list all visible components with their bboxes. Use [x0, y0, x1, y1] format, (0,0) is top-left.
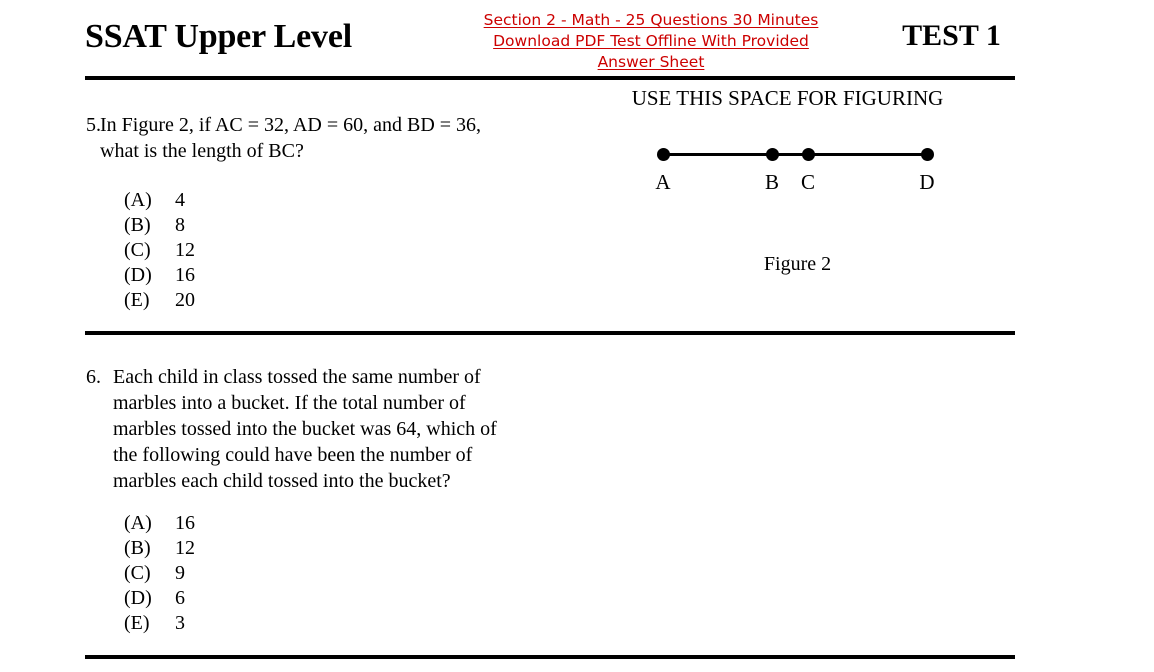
- choice-letter: (D): [124, 264, 152, 286]
- question-text: Each child in class tossed the same numb…: [113, 364, 497, 494]
- choice-value: 9: [175, 562, 185, 584]
- point-marker-c: [801, 148, 815, 161]
- point-marker-b: [765, 148, 779, 161]
- question-text-line: marbles each child tossed into the bucke…: [113, 470, 451, 492]
- choice-letter: (E): [124, 612, 150, 634]
- choice-value: 12: [175, 537, 195, 559]
- choice-value: 6: [175, 587, 185, 609]
- question-text: In Figure 2, if AC = 32, AD = 60, and BD…: [100, 112, 481, 164]
- question-divider: [85, 331, 1015, 335]
- point-label-c: C: [800, 170, 815, 194]
- promo-link-line-1: Section 2 - Math - 25 Questions 30 Minut…: [483, 11, 819, 29]
- choice-letter: (D): [124, 587, 152, 609]
- figure-caption: Figure 2: [763, 253, 832, 275]
- choice-value: 3: [175, 612, 185, 634]
- figure-2: A B C D Figure 2: [600, 128, 1000, 288]
- point-marker-a: [656, 148, 670, 161]
- question-text-line: what is the length of BC?: [100, 140, 304, 162]
- point-marker-d: [920, 148, 934, 161]
- choice-letter: (E): [124, 289, 150, 311]
- question-number: 6.: [86, 366, 101, 388]
- promo-link-line-3: Answer Sheet: [597, 53, 705, 71]
- choice-letter: (B): [124, 537, 151, 559]
- test-label: TEST 1: [902, 19, 1001, 52]
- question-text-line: Each child in class tossed the same numb…: [113, 366, 481, 388]
- choice-value: 20: [175, 289, 195, 311]
- footer-divider: [85, 655, 1015, 659]
- download-pdf-link[interactable]: Section 2 - Math - 25 Questions 30 Minut…: [435, 10, 867, 73]
- choice-value: 12: [175, 239, 195, 261]
- question-text-line: marbles tossed into the bucket was 64, w…: [113, 418, 497, 440]
- page-header: SSAT Upper Level Section 2 - Math - 25 Q…: [85, 8, 1015, 74]
- question-text-line: marbles into a bucket. If the total numb…: [113, 392, 466, 414]
- choice-value: 16: [175, 264, 195, 286]
- header-divider: [85, 76, 1015, 80]
- point-label-a: A: [655, 170, 671, 194]
- page-title: SSAT Upper Level: [85, 18, 352, 55]
- number-line-segment: [663, 153, 927, 156]
- choice-letter: (A): [124, 189, 152, 211]
- point-label-d: D: [919, 170, 935, 194]
- choice-letter: (C): [124, 562, 151, 584]
- promo-link-line-2: Download PDF Test Offline With Provided: [493, 32, 809, 50]
- choice-value: 16: [175, 512, 195, 534]
- choice-letter: (C): [124, 239, 151, 261]
- choice-value: 4: [175, 189, 185, 211]
- question-text-line: In Figure 2, if AC = 32, AD = 60, and BD…: [100, 114, 482, 136]
- choice-value: 8: [175, 214, 185, 236]
- figuring-space-note: USE THIS SPACE FOR FIGURING: [631, 86, 944, 110]
- choice-letter: (B): [124, 214, 151, 236]
- question-number: 5.: [86, 114, 101, 136]
- question-text-line: the following could have been the number…: [113, 444, 473, 466]
- point-label-b: B: [764, 170, 779, 194]
- choice-letter: (A): [124, 512, 152, 534]
